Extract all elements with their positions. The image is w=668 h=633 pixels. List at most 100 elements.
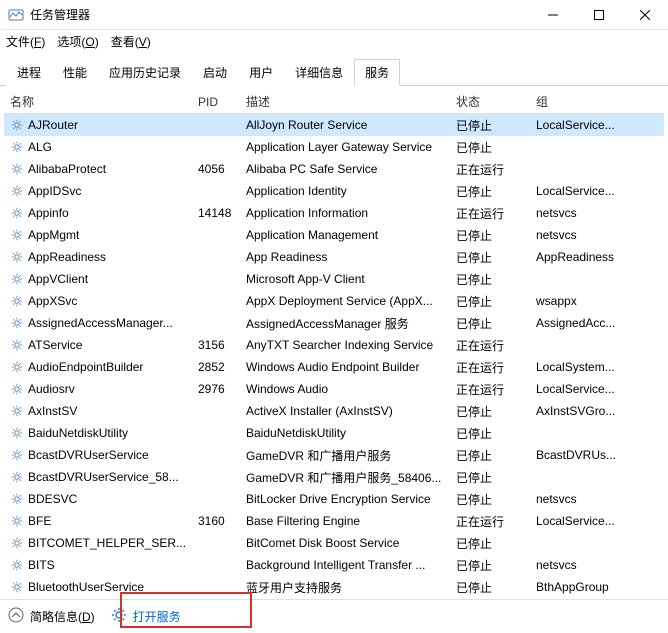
menubar: 文件(F) 选项(O) 查看(V) <box>0 30 668 52</box>
cell-status: 已停止 <box>450 139 530 156</box>
cell-description: Alibaba PC Safe Service <box>240 162 450 176</box>
menu-options[interactable]: 选项(O) <box>57 33 98 50</box>
service-row[interactable]: ALGApplication Layer Gateway Service已停止 <box>4 136 664 158</box>
service-row[interactable]: AxInstSVActiveX Installer (AxInstSV)已停止A… <box>4 400 664 422</box>
tab-2[interactable]: 应用历史记录 <box>98 59 192 86</box>
gear-icon <box>10 492 24 506</box>
services-table: 名称 PID 描述 状态 组 AJRouterAllJoyn Router Se… <box>4 90 664 600</box>
menu-view[interactable]: 查看(V) <box>111 33 151 50</box>
column-header-description[interactable]: 描述 <box>240 93 450 110</box>
cell-description: Windows Audio Endpoint Builder <box>240 360 450 374</box>
cell-description: GameDVR 和广播用户服务 <box>240 447 450 464</box>
cell-status: 正在运行 <box>450 337 530 354</box>
cell-description: AnyTXT Searcher Indexing Service <box>240 338 450 352</box>
service-row[interactable]: AJRouterAllJoyn Router Service已停止LocalSe… <box>4 114 664 136</box>
open-services-link[interactable]: 打开服务 <box>111 607 181 626</box>
cell-group: LocalService... <box>530 118 640 132</box>
cell-status: 已停止 <box>450 293 530 310</box>
service-row[interactable]: BFE3160Base Filtering Engine正在运行LocalSer… <box>4 510 664 532</box>
service-row[interactable]: AssignedAccessManager...AssignedAccessMa… <box>4 312 664 334</box>
tab-1[interactable]: 性能 <box>52 59 98 86</box>
cell-status: 已停止 <box>450 403 530 420</box>
service-name: AppIDSvc <box>28 184 81 198</box>
service-row[interactable]: BcastDVRUserService_58...GameDVR 和广播用户服务… <box>4 466 664 488</box>
service-row[interactable]: ATService3156AnyTXT Searcher Indexing Se… <box>4 334 664 356</box>
service-row[interactable]: AppReadinessApp Readiness已停止AppReadiness <box>4 246 664 268</box>
service-name: Appinfo <box>28 206 69 220</box>
service-row[interactable]: BDESVC BitLocker Drive Encryption Service… <box>4 488 664 510</box>
cell-description: Application Information <box>240 206 450 220</box>
gear-icon <box>10 426 24 440</box>
fewer-details-button[interactable]: 简略信息(D) <box>8 607 95 626</box>
gear-icon <box>10 382 24 396</box>
cell-group: AxInstSVGro... <box>530 404 640 418</box>
cell-name: Appinfo <box>4 206 192 220</box>
service-row[interactable]: BluetoothUserService蓝牙用户支持服务已停止BthAppGro… <box>4 576 664 598</box>
cell-description: Microsoft App-V Client <box>240 272 450 286</box>
cell-status: 正在运行 <box>450 359 530 376</box>
tab-0[interactable]: 进程 <box>6 59 52 86</box>
service-name: ATService <box>28 338 82 352</box>
cell-status: 已停止 <box>450 425 530 442</box>
service-row[interactable]: BaiduNetdiskUtilityBaiduNetdiskUtility已停… <box>4 422 664 444</box>
cell-description: AssignedAccessManager 服务 <box>240 315 450 332</box>
service-name: BcastDVRUserService <box>28 448 149 462</box>
cell-status: 已停止 <box>450 315 530 332</box>
cell-group: wsappx <box>530 294 640 308</box>
column-header-group[interactable]: 组 <box>530 93 640 110</box>
service-row[interactable]: AppXSvcAppX Deployment Service (AppX...已… <box>4 290 664 312</box>
service-name: BFE <box>28 514 51 528</box>
cell-description: BaiduNetdiskUtility <box>240 426 450 440</box>
gear-icon <box>10 250 24 264</box>
maximize-button[interactable] <box>576 0 622 30</box>
gear-icon <box>10 162 24 176</box>
service-row[interactable]: AppIDSvcApplication Identity已停止LocalServ… <box>4 180 664 202</box>
tab-4[interactable]: 用户 <box>238 59 284 86</box>
close-button[interactable] <box>622 0 668 30</box>
service-row[interactable]: BITSBackground Intelligent Transfer ...已… <box>4 554 664 576</box>
column-header-name[interactable]: 名称 <box>4 93 192 110</box>
cell-name: AppIDSvc <box>4 184 192 198</box>
cell-name: AJRouter <box>4 118 192 132</box>
cell-group: netsvcs <box>530 206 640 220</box>
tab-6[interactable]: 服务 <box>354 59 400 86</box>
tabs: 进程性能应用历史记录启动用户详细信息服务 <box>0 52 668 86</box>
service-row[interactable]: Appinfo14148Application Information正在运行n… <box>4 202 664 224</box>
cell-status: 已停止 <box>450 447 530 464</box>
gear-icon <box>10 360 24 374</box>
cell-description: Application Identity <box>240 184 450 198</box>
column-header-pid[interactable]: PID <box>192 95 240 109</box>
cell-name: AppVClient <box>4 272 192 286</box>
service-name: AJRouter <box>28 118 78 132</box>
menu-file[interactable]: 文件(F) <box>6 33 45 50</box>
minimize-button[interactable] <box>530 0 576 30</box>
titlebar: 任务管理器 <box>0 0 668 30</box>
service-name: AppXSvc <box>28 294 77 308</box>
cell-description: BitLocker Drive Encryption Service <box>240 492 450 506</box>
cell-description: App Readiness <box>240 250 450 264</box>
tab-5[interactable]: 详细信息 <box>284 59 354 86</box>
service-row[interactable]: Audiosrv2976Windows Audio正在运行LocalServic… <box>4 378 664 400</box>
gear-icon <box>10 404 24 418</box>
cell-description: BitComet Disk Boost Service <box>240 536 450 550</box>
app-icon <box>8 7 24 23</box>
cell-status: 已停止 <box>450 117 530 134</box>
gear-icon <box>10 184 24 198</box>
service-row[interactable]: AudioEndpointBuilder2852Windows Audio En… <box>4 356 664 378</box>
service-name: BDESVC <box>28 492 77 506</box>
service-row[interactable]: AlibabaProtect4056Alibaba PC Safe Servic… <box>4 158 664 180</box>
service-name: AppReadiness <box>28 250 106 264</box>
service-row[interactable]: AppMgmtApplication Management已停止netsvcs <box>4 224 664 246</box>
service-row[interactable]: BcastDVRUserServiceGameDVR 和广播用户服务已停止Bca… <box>4 444 664 466</box>
cell-name: AppReadiness <box>4 250 192 264</box>
cell-pid: 14148 <box>192 206 240 220</box>
gear-icon <box>10 140 24 154</box>
service-row[interactable]: BITCOMET_HELPER_SER...BitComet Disk Boos… <box>4 532 664 554</box>
cell-status: 已停止 <box>450 227 530 244</box>
cell-status: 已停止 <box>450 249 530 266</box>
service-row[interactable]: AppVClientMicrosoft App-V Client已停止 <box>4 268 664 290</box>
column-header-status[interactable]: 状态 <box>450 93 530 110</box>
cell-description: ActiveX Installer (AxInstSV) <box>240 404 450 418</box>
tab-3[interactable]: 启动 <box>192 59 238 86</box>
service-name: BITS <box>28 558 55 572</box>
